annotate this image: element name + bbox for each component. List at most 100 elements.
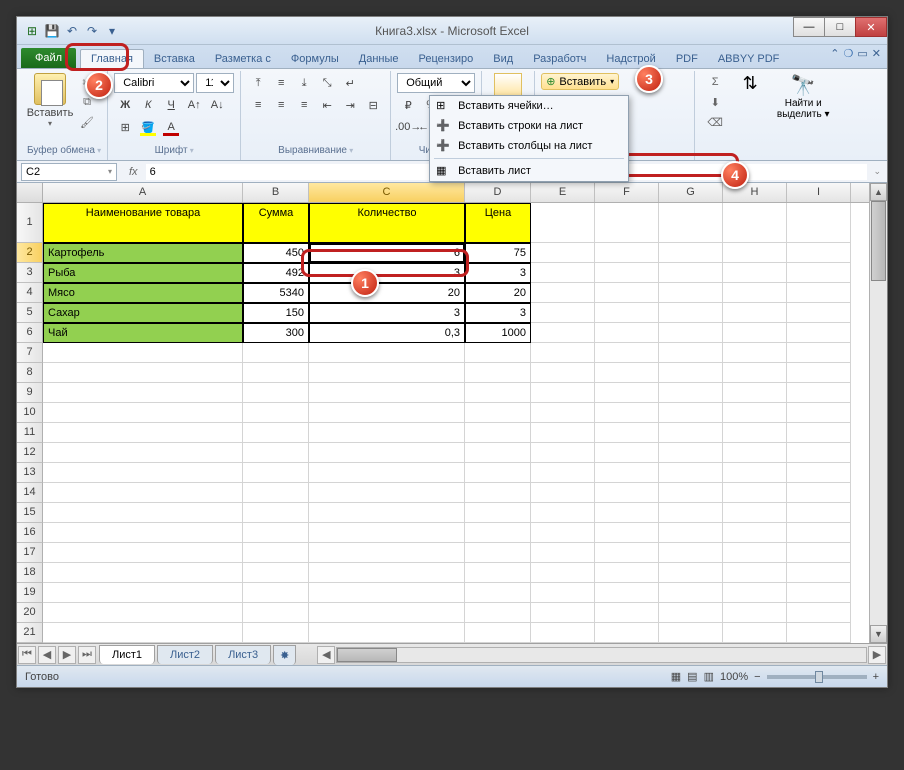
save-icon[interactable]: 💾 xyxy=(43,22,61,40)
insert-rows-item[interactable]: ➕ Вставить строки на лист xyxy=(430,116,628,136)
cell-C15[interactable] xyxy=(309,503,465,523)
cell-F20[interactable] xyxy=(595,603,659,623)
cell-B21[interactable] xyxy=(243,623,309,643)
cell-E14[interactable] xyxy=(531,483,595,503)
cell-F11[interactable] xyxy=(595,423,659,443)
cell-D5[interactable]: 3 xyxy=(465,303,531,323)
row-header[interactable]: 19 xyxy=(17,583,43,603)
scroll-down-button[interactable]: ▼ xyxy=(870,625,887,643)
cell-C12[interactable] xyxy=(309,443,465,463)
cell-H18[interactable] xyxy=(723,563,787,583)
cell-I5[interactable] xyxy=(787,303,851,323)
view-normal-icon[interactable]: ▦ xyxy=(671,670,681,683)
cell-E20[interactable] xyxy=(531,603,595,623)
cell-A10[interactable] xyxy=(43,403,243,423)
cell-G3[interactable] xyxy=(659,263,723,283)
cell-I7[interactable] xyxy=(787,343,851,363)
cell-C9[interactable] xyxy=(309,383,465,403)
bold-button[interactable]: Ж xyxy=(114,95,136,115)
cell-D19[interactable] xyxy=(465,583,531,603)
cell-F10[interactable] xyxy=(595,403,659,423)
tab-data[interactable]: Данные xyxy=(349,50,409,68)
cell-F9[interactable] xyxy=(595,383,659,403)
cell-F18[interactable] xyxy=(595,563,659,583)
tab-insert[interactable]: Вставка xyxy=(144,50,205,68)
prev-sheet-button[interactable]: ◀ xyxy=(38,646,56,664)
cell-C8[interactable] xyxy=(309,363,465,383)
cell-B8[interactable] xyxy=(243,363,309,383)
insert-cells-item[interactable]: ⊞ Вставить ячейки… xyxy=(430,96,628,116)
cell-F19[interactable] xyxy=(595,583,659,603)
cell-D14[interactable] xyxy=(465,483,531,503)
horizontal-scrollbar[interactable]: ◀ ▶ xyxy=(316,646,887,664)
tab-view[interactable]: Вид xyxy=(483,50,523,68)
scroll-up-button[interactable]: ▲ xyxy=(870,183,887,201)
cell-D18[interactable] xyxy=(465,563,531,583)
align-middle-button[interactable]: ≡ xyxy=(270,73,292,93)
cell-H13[interactable] xyxy=(723,463,787,483)
increase-decimal-button[interactable]: .00→ xyxy=(397,117,419,137)
cell-H2[interactable] xyxy=(723,243,787,263)
sheet-tab-1[interactable]: Лист1 xyxy=(99,645,155,664)
autosum-button[interactable]: Σ xyxy=(705,73,725,91)
cell-G17[interactable] xyxy=(659,543,723,563)
cell-B18[interactable] xyxy=(243,563,309,583)
cell-H19[interactable] xyxy=(723,583,787,603)
currency-button[interactable]: ₽ xyxy=(397,95,419,115)
cell-A5[interactable]: Сахар xyxy=(43,303,243,323)
tab-abbyy[interactable]: ABBYY PDF xyxy=(708,50,790,68)
col-header-B[interactable]: B xyxy=(243,183,309,202)
font-size-select[interactable]: 11 xyxy=(196,73,234,93)
cell-A13[interactable] xyxy=(43,463,243,483)
row-header[interactable]: 21 xyxy=(17,623,43,643)
cell-I10[interactable] xyxy=(787,403,851,423)
cell-G1[interactable] xyxy=(659,203,723,243)
cell-G8[interactable] xyxy=(659,363,723,383)
help-icon[interactable]: ❍ xyxy=(844,47,854,60)
cell-C10[interactable] xyxy=(309,403,465,423)
sort-filter-button[interactable]: ⇅ xyxy=(733,73,767,94)
cell-I20[interactable] xyxy=(787,603,851,623)
row-header[interactable]: 3 xyxy=(17,263,43,283)
cell-F7[interactable] xyxy=(595,343,659,363)
cell-C20[interactable] xyxy=(309,603,465,623)
cell-H10[interactable] xyxy=(723,403,787,423)
cell-B16[interactable] xyxy=(243,523,309,543)
cell-I4[interactable] xyxy=(787,283,851,303)
restore-workbook-icon[interactable]: ▭ xyxy=(857,47,867,60)
row-header[interactable]: 4 xyxy=(17,283,43,303)
cell-G15[interactable] xyxy=(659,503,723,523)
cell-G7[interactable] xyxy=(659,343,723,363)
cell-B12[interactable] xyxy=(243,443,309,463)
cell-D11[interactable] xyxy=(465,423,531,443)
cell-C5[interactable]: 3 xyxy=(309,303,465,323)
tab-file[interactable]: Файл xyxy=(21,48,76,68)
cell-G2[interactable] xyxy=(659,243,723,263)
cell-I16[interactable] xyxy=(787,523,851,543)
cell-I18[interactable] xyxy=(787,563,851,583)
cell-H12[interactable] xyxy=(723,443,787,463)
cell-I1[interactable] xyxy=(787,203,851,243)
cell-E5[interactable] xyxy=(531,303,595,323)
font-color-button[interactable]: A xyxy=(160,117,182,137)
cell-I17[interactable] xyxy=(787,543,851,563)
cell-E11[interactable] xyxy=(531,423,595,443)
cell-D10[interactable] xyxy=(465,403,531,423)
row-header[interactable]: 18 xyxy=(17,563,43,583)
cell-F12[interactable] xyxy=(595,443,659,463)
cell-H15[interactable] xyxy=(723,503,787,523)
cell-H8[interactable] xyxy=(723,363,787,383)
cell-D8[interactable] xyxy=(465,363,531,383)
cell-B13[interactable] xyxy=(243,463,309,483)
cell-G4[interactable] xyxy=(659,283,723,303)
cell-G9[interactable] xyxy=(659,383,723,403)
cell-I9[interactable] xyxy=(787,383,851,403)
cell-H20[interactable] xyxy=(723,603,787,623)
cell-C18[interactable] xyxy=(309,563,465,583)
cell-F6[interactable] xyxy=(595,323,659,343)
number-format-select[interactable]: Общий xyxy=(397,73,475,93)
scroll-right-button[interactable]: ▶ xyxy=(868,646,886,664)
cell-A18[interactable] xyxy=(43,563,243,583)
tab-home[interactable]: Главная xyxy=(80,49,144,68)
cell-A4[interactable]: Мясо xyxy=(43,283,243,303)
